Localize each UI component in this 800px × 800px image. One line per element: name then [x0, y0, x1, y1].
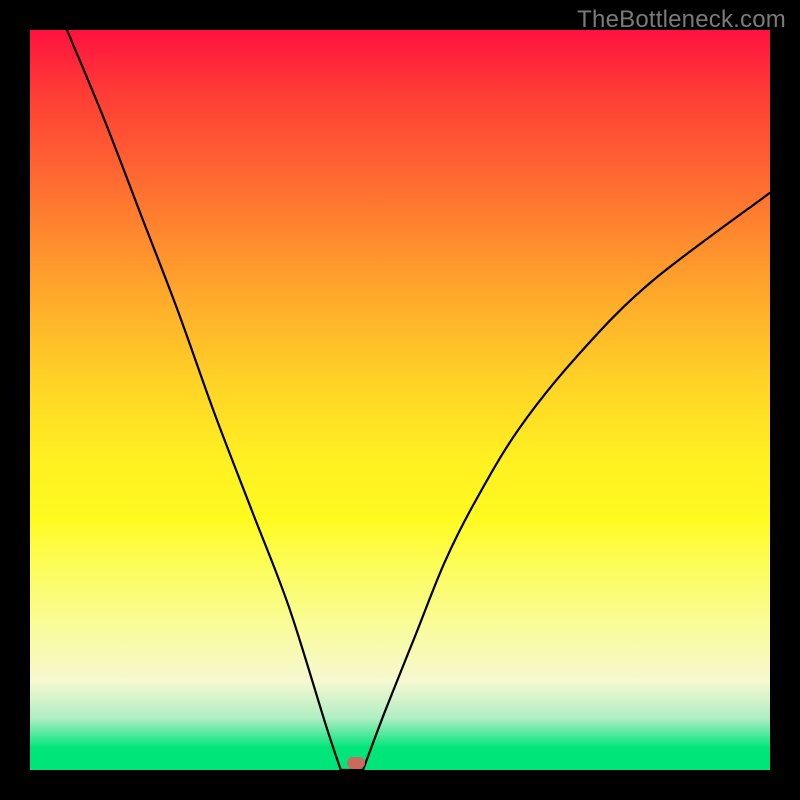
chart-curve-layer: [30, 30, 770, 770]
chart-plot-area: [30, 30, 770, 770]
curve-right-branch: [363, 193, 770, 770]
watermark-text: TheBottleneck.com: [577, 6, 786, 34]
curve-left-branch: [67, 30, 341, 770]
minimum-marker: [347, 757, 365, 769]
